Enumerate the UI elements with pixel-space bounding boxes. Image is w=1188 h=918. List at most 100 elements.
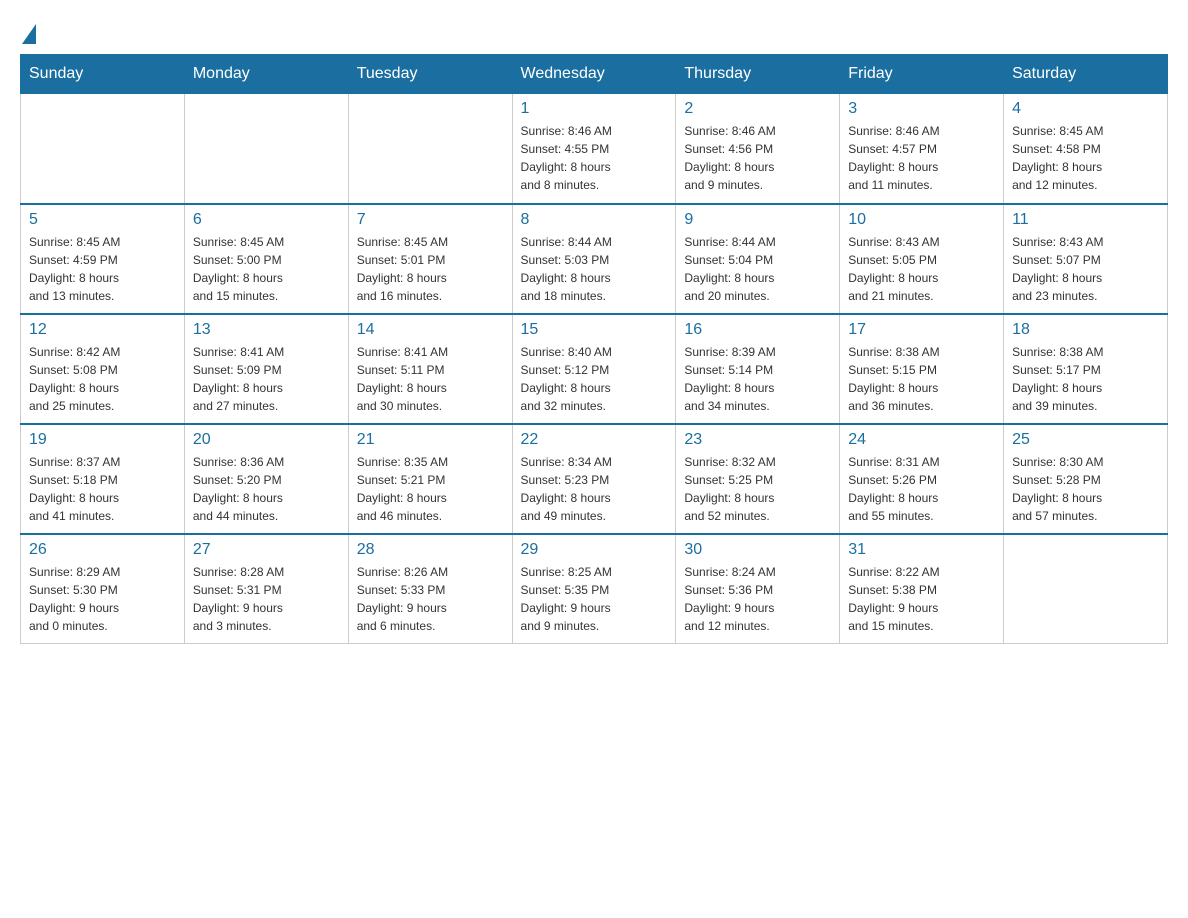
calendar-cell: 21 Sunrise: 8:35 AM Sunset: 5:21 PM Dayli…: [348, 424, 512, 534]
day-info: Sunrise: 8:44 AM Sunset: 5:04 PM Dayligh…: [684, 233, 831, 305]
day-info: Sunrise: 8:46 AM Sunset: 4:56 PM Dayligh…: [684, 122, 831, 194]
day-number: 29: [521, 541, 668, 559]
calendar-cell: 31 Sunrise: 8:22 AM Sunset: 5:38 PM Dayli…: [840, 534, 1004, 644]
day-number: 18: [1012, 321, 1159, 339]
calendar-cell: 1 Sunrise: 8:46 AM Sunset: 4:55 PM Daylig…: [512, 94, 676, 204]
calendar-cell: [184, 94, 348, 204]
day-number: 15: [521, 321, 668, 339]
calendar-week-row: 26 Sunrise: 8:29 AM Sunset: 5:30 PM Dayli…: [21, 534, 1168, 644]
calendar-cell: 24 Sunrise: 8:31 AM Sunset: 5:26 PM Dayli…: [840, 424, 1004, 534]
day-info: Sunrise: 8:38 AM Sunset: 5:17 PM Dayligh…: [1012, 343, 1159, 415]
calendar-cell: [1004, 534, 1168, 644]
day-number: 3: [848, 100, 995, 118]
day-info: Sunrise: 8:38 AM Sunset: 5:15 PM Dayligh…: [848, 343, 995, 415]
day-info: Sunrise: 8:36 AM Sunset: 5:20 PM Dayligh…: [193, 453, 340, 525]
day-number: 26: [29, 541, 176, 559]
day-number: 5: [29, 211, 176, 229]
day-number: 19: [29, 431, 176, 449]
calendar-cell: 18 Sunrise: 8:38 AM Sunset: 5:17 PM Dayli…: [1004, 314, 1168, 424]
day-number: 9: [684, 211, 831, 229]
day-number: 22: [521, 431, 668, 449]
calendar-cell: [21, 94, 185, 204]
day-info: Sunrise: 8:22 AM Sunset: 5:38 PM Dayligh…: [848, 563, 995, 635]
day-number: 24: [848, 431, 995, 449]
calendar-cell: 16 Sunrise: 8:39 AM Sunset: 5:14 PM Dayli…: [676, 314, 840, 424]
day-info: Sunrise: 8:26 AM Sunset: 5:33 PM Dayligh…: [357, 563, 504, 635]
day-number: 21: [357, 431, 504, 449]
day-number: 28: [357, 541, 504, 559]
calendar-cell: 12 Sunrise: 8:42 AM Sunset: 5:08 PM Dayli…: [21, 314, 185, 424]
day-info: Sunrise: 8:40 AM Sunset: 5:12 PM Dayligh…: [521, 343, 668, 415]
day-number: 16: [684, 321, 831, 339]
day-info: Sunrise: 8:45 AM Sunset: 5:00 PM Dayligh…: [193, 233, 340, 305]
day-info: Sunrise: 8:46 AM Sunset: 4:57 PM Dayligh…: [848, 122, 995, 194]
calendar-week-row: 1 Sunrise: 8:46 AM Sunset: 4:55 PM Daylig…: [21, 94, 1168, 204]
day-info: Sunrise: 8:31 AM Sunset: 5:26 PM Dayligh…: [848, 453, 995, 525]
day-of-week-header: Thursday: [676, 55, 840, 94]
calendar-cell: 19 Sunrise: 8:37 AM Sunset: 5:18 PM Dayli…: [21, 424, 185, 534]
day-info: Sunrise: 8:44 AM Sunset: 5:03 PM Dayligh…: [521, 233, 668, 305]
day-info: Sunrise: 8:30 AM Sunset: 5:28 PM Dayligh…: [1012, 453, 1159, 525]
logo: [20, 20, 36, 44]
day-number: 8: [521, 211, 668, 229]
header: [20, 20, 1168, 44]
calendar-cell: 17Sunrise: 8:38 AM Sunset: 5:15 PM Dayli…: [840, 314, 1004, 424]
day-of-week-header: Saturday: [1004, 55, 1168, 94]
day-info: Sunrise: 8:34 AM Sunset: 5:23 PM Dayligh…: [521, 453, 668, 525]
calendar-cell: 10Sunrise: 8:43 AM Sunset: 5:05 PM Dayli…: [840, 204, 1004, 314]
calendar-cell: 11Sunrise: 8:43 AM Sunset: 5:07 PM Dayli…: [1004, 204, 1168, 314]
calendar-cell: 22 Sunrise: 8:34 AM Sunset: 5:23 PM Dayli…: [512, 424, 676, 534]
calendar-cell: 6 Sunrise: 8:45 AM Sunset: 5:00 PM Daylig…: [184, 204, 348, 314]
day-info: Sunrise: 8:45 AM Sunset: 5:01 PM Dayligh…: [357, 233, 504, 305]
calendar-week-row: 5 Sunrise: 8:45 AM Sunset: 4:59 PM Daylig…: [21, 204, 1168, 314]
logo-triangle-icon: [22, 24, 36, 44]
day-info: Sunrise: 8:45 AM Sunset: 4:59 PM Dayligh…: [29, 233, 176, 305]
day-info: Sunrise: 8:24 AM Sunset: 5:36 PM Dayligh…: [684, 563, 831, 635]
calendar-cell: 9 Sunrise: 8:44 AM Sunset: 5:04 PM Daylig…: [676, 204, 840, 314]
day-info: Sunrise: 8:45 AM Sunset: 4:58 PM Dayligh…: [1012, 122, 1159, 194]
calendar-cell: 28 Sunrise: 8:26 AM Sunset: 5:33 PM Dayli…: [348, 534, 512, 644]
day-info: Sunrise: 8:37 AM Sunset: 5:18 PM Dayligh…: [29, 453, 176, 525]
calendar-week-row: 12 Sunrise: 8:42 AM Sunset: 5:08 PM Dayli…: [21, 314, 1168, 424]
day-info: Sunrise: 8:41 AM Sunset: 5:09 PM Dayligh…: [193, 343, 340, 415]
day-number: 2: [684, 100, 831, 118]
day-number: 1: [521, 100, 668, 118]
calendar-cell: 26 Sunrise: 8:29 AM Sunset: 5:30 PM Dayli…: [21, 534, 185, 644]
day-info: Sunrise: 8:29 AM Sunset: 5:30 PM Dayligh…: [29, 563, 176, 635]
day-number: 27: [193, 541, 340, 559]
day-info: Sunrise: 8:35 AM Sunset: 5:21 PM Dayligh…: [357, 453, 504, 525]
calendar-cell: 23 Sunrise: 8:32 AM Sunset: 5:25 PM Dayli…: [676, 424, 840, 534]
day-of-week-header: Tuesday: [348, 55, 512, 94]
day-number: 31: [848, 541, 995, 559]
calendar-header-row: SundayMondayTuesdayWednesdayThursdayFrid…: [21, 55, 1168, 94]
day-number: 14: [357, 321, 504, 339]
day-info: Sunrise: 8:42 AM Sunset: 5:08 PM Dayligh…: [29, 343, 176, 415]
day-number: 23: [684, 431, 831, 449]
day-number: 4: [1012, 100, 1159, 118]
day-of-week-header: Wednesday: [512, 55, 676, 94]
day-info: Sunrise: 8:39 AM Sunset: 5:14 PM Dayligh…: [684, 343, 831, 415]
day-info: Sunrise: 8:28 AM Sunset: 5:31 PM Dayligh…: [193, 563, 340, 635]
day-number: 25: [1012, 431, 1159, 449]
day-of-week-header: Sunday: [21, 55, 185, 94]
day-of-week-header: Monday: [184, 55, 348, 94]
calendar-cell: 29 Sunrise: 8:25 AM Sunset: 5:35 PM Dayli…: [512, 534, 676, 644]
day-number: 6: [193, 211, 340, 229]
day-number: 12: [29, 321, 176, 339]
day-number: 13: [193, 321, 340, 339]
day-number: 10: [848, 211, 995, 229]
calendar-cell: [348, 94, 512, 204]
calendar-cell: 3 Sunrise: 8:46 AM Sunset: 4:57 PM Daylig…: [840, 94, 1004, 204]
calendar-cell: 20Sunrise: 8:36 AM Sunset: 5:20 PM Dayli…: [184, 424, 348, 534]
day-number: 11: [1012, 211, 1159, 229]
calendar-cell: 5 Sunrise: 8:45 AM Sunset: 4:59 PM Daylig…: [21, 204, 185, 314]
day-info: Sunrise: 8:32 AM Sunset: 5:25 PM Dayligh…: [684, 453, 831, 525]
calendar-cell: 15 Sunrise: 8:40 AM Sunset: 5:12 PM Dayli…: [512, 314, 676, 424]
calendar-cell: 8 Sunrise: 8:44 AM Sunset: 5:03 PM Daylig…: [512, 204, 676, 314]
day-info: Sunrise: 8:25 AM Sunset: 5:35 PM Dayligh…: [521, 563, 668, 635]
calendar-cell: 14Sunrise: 8:41 AM Sunset: 5:11 PM Dayli…: [348, 314, 512, 424]
calendar-cell: 25 Sunrise: 8:30 AM Sunset: 5:28 PM Dayli…: [1004, 424, 1168, 534]
day-info: Sunrise: 8:46 AM Sunset: 4:55 PM Dayligh…: [521, 122, 668, 194]
day-number: 7: [357, 211, 504, 229]
calendar-cell: 13 Sunrise: 8:41 AM Sunset: 5:09 PM Dayli…: [184, 314, 348, 424]
